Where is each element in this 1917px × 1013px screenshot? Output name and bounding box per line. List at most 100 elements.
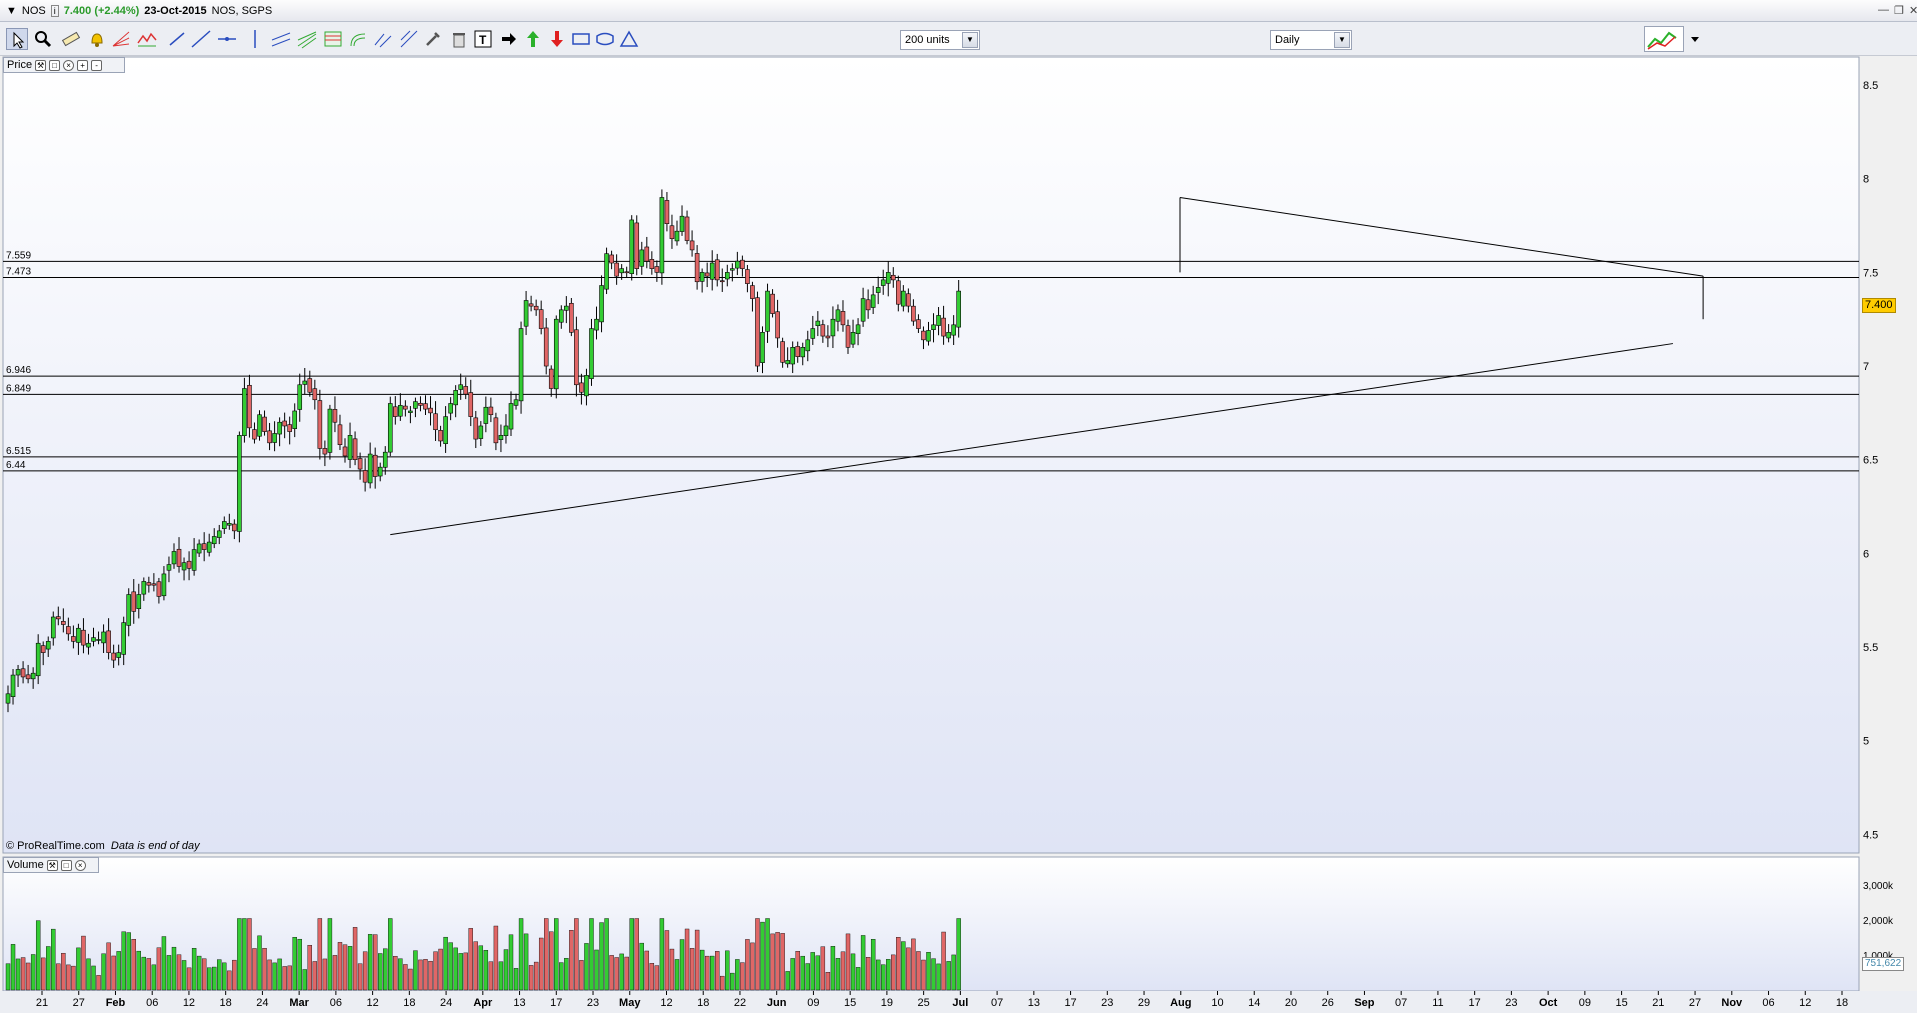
wrench-icon[interactable]: ⚒ (46, 859, 58, 871)
candle-body (156, 581, 162, 597)
time-axis-tick: 06 (146, 997, 158, 1009)
candle-body (604, 253, 609, 290)
candle-body (76, 627, 81, 643)
volume-panel-tab[interactable]: Volume ⚒ □ × (3, 857, 99, 873)
candle-body (639, 249, 645, 267)
time-axis-tick: 17 (550, 997, 562, 1009)
time-axis-tick: Jul (952, 997, 968, 1009)
volume-bar (715, 951, 720, 991)
volume-bar (237, 918, 242, 991)
candle-body (161, 573, 167, 597)
candle-body (5, 693, 11, 704)
candle-body (498, 435, 504, 440)
candle-body (518, 328, 524, 402)
candle-body (755, 297, 760, 367)
candle-body (896, 280, 901, 305)
volume-bar (564, 958, 569, 991)
candle-body (181, 562, 187, 571)
candle-body (745, 269, 750, 284)
volume-bar (418, 959, 423, 991)
candle-body (468, 392, 474, 417)
close-circle-icon[interactable]: × (74, 859, 86, 871)
volume-bar (775, 932, 780, 991)
candle-body (926, 330, 931, 342)
candle-body (86, 642, 91, 648)
volume-bar (579, 960, 584, 991)
candle-body (523, 300, 529, 327)
candle-body (951, 324, 956, 336)
volume-bar (735, 959, 740, 991)
candle-body (830, 318, 836, 337)
candle-body (201, 543, 207, 550)
candle-body (679, 215, 685, 232)
candle-body (30, 672, 36, 680)
time-axis-tick: 17 (1064, 997, 1076, 1009)
candle-body (372, 454, 378, 477)
candle-body (921, 330, 926, 341)
candle-body (136, 594, 142, 609)
collapse-icon[interactable]: - (91, 59, 103, 71)
candle-body (579, 382, 584, 393)
volume-bar (388, 918, 393, 991)
volume-bar (312, 961, 318, 991)
volume-bar (277, 958, 282, 991)
candle-body (689, 240, 695, 251)
volume-bar (886, 959, 891, 991)
candle-body (704, 272, 710, 277)
volume-bar (815, 955, 821, 991)
volume-bar (493, 925, 499, 991)
candle-body (770, 293, 775, 314)
price-panel-area[interactable] (2, 56, 1860, 854)
volume-bar (820, 946, 826, 991)
candle-body (694, 253, 700, 283)
candle-body (775, 311, 780, 339)
candle-body (131, 591, 137, 612)
candle-body (342, 446, 348, 457)
candle-body (735, 260, 740, 269)
time-axis-tick: 27 (73, 997, 85, 1009)
candle-body (513, 399, 519, 406)
wrench-icon[interactable]: ⚒ (35, 59, 47, 71)
candle-body (609, 254, 614, 264)
volume-bar (51, 928, 56, 991)
volume-bar (332, 955, 338, 991)
candle-body (594, 318, 599, 331)
candle-body (106, 630, 111, 653)
window-icon[interactable]: □ (49, 59, 61, 71)
candle-body (272, 433, 277, 443)
price-panel-tab[interactable]: Price ⚒ □ × + - (3, 57, 125, 73)
candle-body (503, 425, 509, 437)
candle-body (865, 299, 871, 311)
candle-body (81, 629, 86, 646)
volume-bar (423, 959, 428, 991)
volume-bar (453, 947, 458, 991)
volume-bar (25, 962, 31, 991)
volume-bar (196, 955, 202, 991)
candle-body (382, 451, 388, 468)
candle-body (196, 543, 202, 554)
chart-canvas[interactable]: 7.5597.4736.9466.8496.5156.44 4.555.566.… (0, 0, 1917, 1013)
volume-bar (544, 918, 549, 991)
volume-bar (508, 934, 514, 991)
volume-bar (448, 942, 453, 991)
expand-icon[interactable]: + (77, 59, 89, 71)
window-icon[interactable]: □ (60, 859, 72, 871)
candle-body (649, 259, 655, 269)
close-circle-icon[interactable]: × (63, 59, 75, 71)
volume-bar (941, 931, 946, 991)
volume-bar (378, 953, 383, 991)
current-volume-tag: 751,622 (1862, 957, 1905, 971)
candle-body (242, 388, 247, 436)
candle-body (302, 380, 308, 385)
volume-bar (513, 968, 519, 991)
candle-body (237, 435, 242, 532)
volume-bar (569, 930, 574, 991)
candle-body (141, 581, 147, 595)
candle-body (574, 329, 579, 386)
time-axis-tick: 07 (991, 997, 1003, 1009)
volume-bar (589, 918, 594, 991)
volume-bar (800, 955, 805, 991)
volume-bar (790, 958, 795, 991)
volume-bar (538, 937, 544, 991)
volume-bar (619, 953, 624, 991)
